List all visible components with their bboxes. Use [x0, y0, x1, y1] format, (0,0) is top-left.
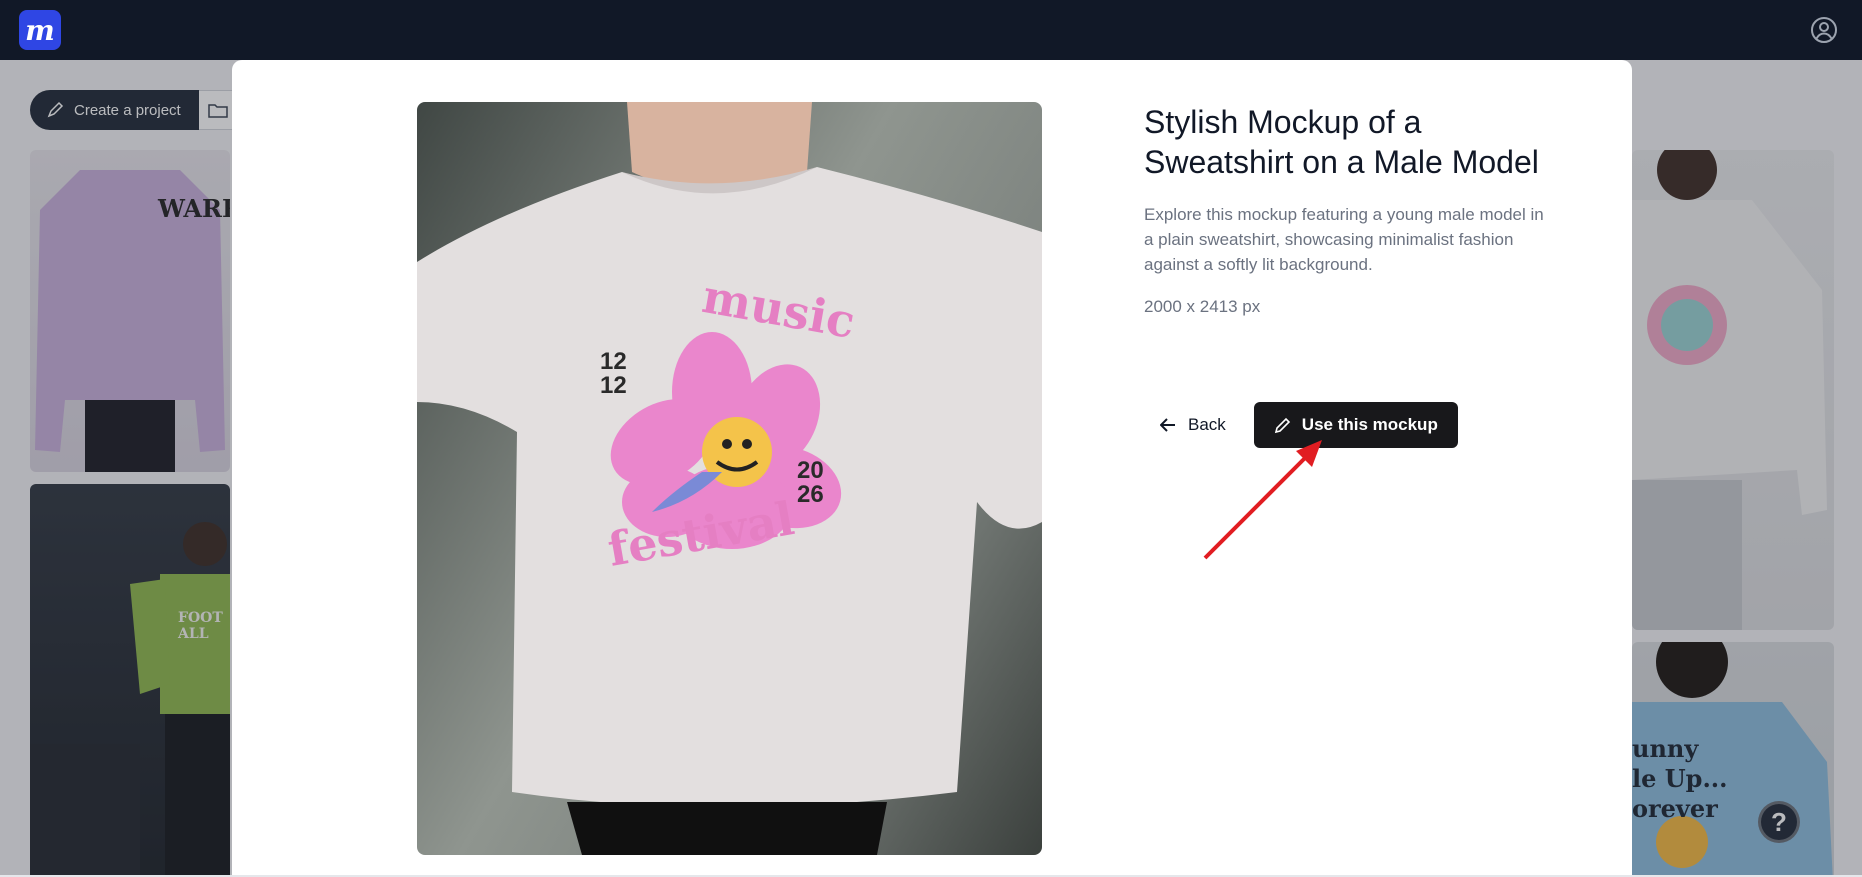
print-date-right: 20 26: [797, 457, 824, 508]
mockup-info: Stylish Mockup of a Sweatshirt on a Male…: [1144, 102, 1544, 317]
app-logo-icon[interactable]: m: [19, 10, 61, 50]
modal-actions: Back Use this mockup: [1144, 402, 1458, 448]
mockup-description: Explore this mockup featuring a young ma…: [1144, 205, 1544, 274]
sweatshirt-mockup-photo: [417, 102, 1042, 855]
logo-text: m: [25, 13, 55, 47]
top-bar: m: [0, 0, 1862, 60]
mockup-dimensions: 2000 x 2413 px: [1144, 297, 1261, 316]
mockup-detail-modal: music festival 12 12 20 26 Stylish Mocku…: [232, 60, 1632, 877]
user-circle-icon[interactable]: [1810, 16, 1838, 44]
use-mockup-button[interactable]: Use this mockup: [1253, 402, 1458, 448]
use-mockup-label: Use this mockup: [1301, 415, 1438, 434]
back-button[interactable]: Back: [1144, 403, 1242, 447]
print-date-left: 12 12: [600, 348, 627, 399]
pencil-icon: [1274, 417, 1290, 434]
back-label: Back: [1188, 415, 1226, 434]
mockup-title: Stylish Mockup of a Sweatshirt on a Male…: [1144, 104, 1539, 180]
mockup-preview-image: music festival 12 12 20 26: [417, 102, 1042, 855]
arrow-left-icon: [1160, 418, 1175, 432]
